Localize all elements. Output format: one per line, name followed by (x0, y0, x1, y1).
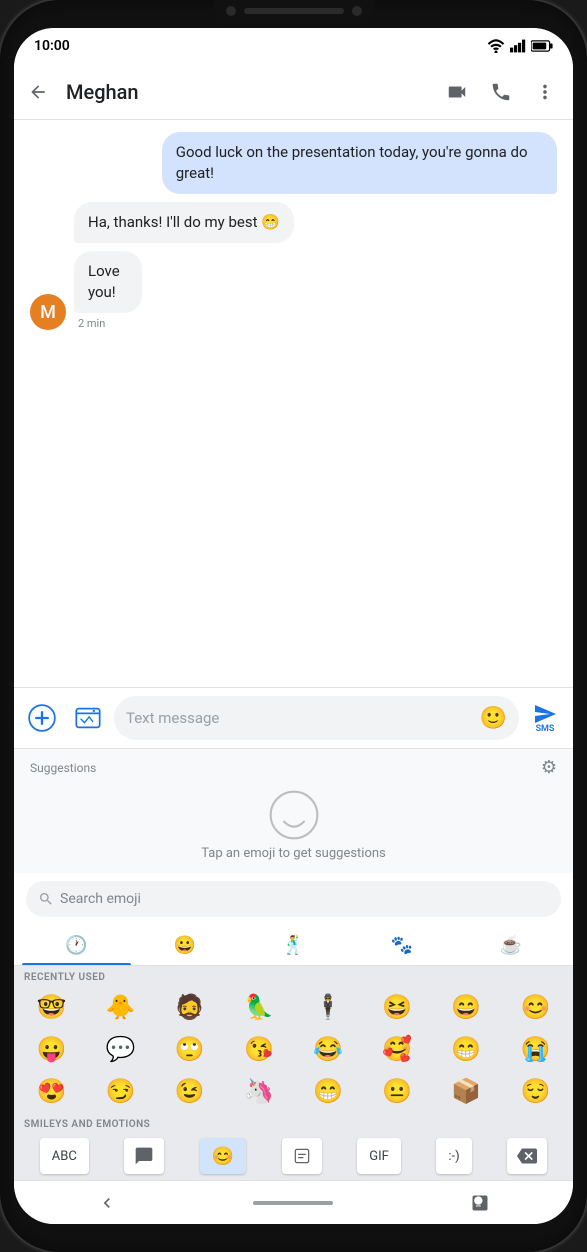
status-bar: 10:00 (14, 28, 573, 64)
battery-icon (531, 40, 553, 52)
emoji-relax[interactable]: 😌 (502, 1071, 569, 1111)
abc-button[interactable]: ABC (40, 1138, 89, 1174)
emoji-nerd[interactable]: 🤓 (18, 987, 85, 1027)
speaker-bar (244, 8, 344, 14)
emoji-heart-eyes[interactable]: 😍 (18, 1071, 85, 1111)
emoji-bubble[interactable]: 💬 (87, 1029, 154, 1069)
bitmoji-button[interactable] (282, 1138, 322, 1174)
status-time: 10:00 (34, 38, 70, 54)
video-call-button[interactable] (437, 72, 477, 112)
nav-home-button[interactable] (200, 1181, 386, 1224)
add-button[interactable] (22, 698, 62, 738)
suggestions-label: Suggestions (30, 761, 96, 775)
emoji-xd[interactable]: 😆 (364, 987, 431, 1027)
emoji-kb-button[interactable]: 😊 (200, 1138, 246, 1174)
camera-area (226, 6, 362, 16)
section-recently-used: RECENTLY USED (14, 966, 573, 985)
emoji-blush[interactable]: 😊 (502, 987, 569, 1027)
emoji-cry[interactable]: 😭 (502, 1029, 569, 1069)
emoji-search-bar: Search emoji (14, 873, 573, 925)
emoji-input-button[interactable]: 🙂 (480, 706, 507, 731)
suggestions-hint: Tap an emoji to get suggestions (201, 846, 386, 861)
send-button[interactable]: SMS (525, 702, 565, 734)
status-icons (487, 39, 553, 53)
attachment-button[interactable] (68, 698, 108, 738)
emoji-wink2[interactable]: 😉 (156, 1071, 223, 1111)
text-input[interactable]: Text message 🙂 (114, 696, 519, 740)
input-area: Text message 🙂 SMS (14, 687, 573, 748)
category-tab-food[interactable]: ☕ (456, 925, 565, 965)
emoji-chick[interactable]: 🐥 (87, 987, 154, 1027)
contact-name: Meghan (66, 80, 437, 104)
emoji-tongue-wink[interactable]: 😛 (18, 1029, 85, 1069)
message-received-no-avatar: Ha, thanks! I'll do my best 😁 (30, 202, 557, 243)
backspace-button[interactable] (507, 1138, 547, 1174)
suggestions-area: Suggestions ⚙ Tap an emoji to get sugges… (14, 748, 573, 873)
received-message-2: Love you! (74, 251, 142, 313)
emoji-parrot[interactable]: 🦜 (225, 987, 292, 1027)
header-actions (437, 72, 565, 112)
emoji-keyboard: Search emoji 🕐 😀 🕺 🐾 ☕ RECENTLY USED 🤓 🐥… (14, 873, 573, 1180)
camera-dot (226, 6, 236, 16)
back-button[interactable] (18, 72, 58, 112)
screen: 10:00 (14, 28, 573, 1224)
emoji-grin[interactable]: 😄 (433, 987, 500, 1027)
smiley-face-icon (269, 790, 319, 840)
category-tab-smileys[interactable]: 😀 (131, 925, 240, 965)
signal-icon (510, 39, 526, 53)
nav-recents-button[interactable] (387, 1181, 573, 1224)
emoji-search-placeholder: Search emoji (60, 891, 141, 907)
gif-button[interactable]: GIF (357, 1138, 401, 1174)
emoji-neutral[interactable]: 😐 (364, 1071, 431, 1111)
received-message-1: Ha, thanks! I'll do my best 😁 (74, 202, 294, 243)
message-sent: Good luck on the presentation today, you… (162, 132, 557, 194)
nav-back-button[interactable] (14, 1181, 200, 1224)
emoji-lol[interactable]: 😂 (295, 1029, 362, 1069)
emoji-beard[interactable]: 🧔 (156, 987, 223, 1027)
category-tab-animals[interactable]: 🐾 (348, 925, 457, 965)
send-label: SMS (536, 724, 555, 734)
suggestions-settings-icon[interactable]: ⚙ (541, 757, 557, 778)
suggestions-header: Suggestions ⚙ (14, 749, 573, 778)
section-smileys-emotions: SMILEYS AND EMOTIONS (14, 1113, 573, 1132)
emoji-smirk[interactable]: 😏 (87, 1071, 154, 1111)
emoji-search-input[interactable]: Search emoji (26, 881, 561, 917)
category-tab-people[interactable]: 🕺 (239, 925, 348, 965)
contact-avatar: M (30, 294, 66, 330)
emoji-box[interactable]: 📦 (433, 1071, 500, 1111)
emoji-suited[interactable]: 🕴 (295, 987, 362, 1027)
category-tabs: 🕐 😀 🕺 🐾 ☕ (14, 925, 573, 966)
nav-bar (14, 1180, 573, 1224)
camera-dot2 (352, 6, 362, 16)
sticker-button[interactable] (124, 1138, 164, 1174)
keyboard-bottom-bar: ABC 😊 GIF (14, 1132, 573, 1180)
phone-call-button[interactable] (481, 72, 521, 112)
symbols-button[interactable]: :-) (436, 1138, 471, 1174)
emoji-grid-recent: 🤓 🐥 🧔 🦜 🕴 😆 😄 😊 😛 💬 🙄 😘 😂 🥰 😁 😭 😍 😏 (14, 985, 573, 1113)
message-time: 2 min (78, 317, 165, 330)
search-icon (38, 891, 54, 907)
phone-frame: 10:00 (0, 0, 587, 1252)
emoji-big-grin[interactable]: 😁 (295, 1071, 362, 1111)
chat-area: Good luck on the presentation today, you… (14, 120, 573, 687)
text-input-placeholder: Text message (126, 709, 474, 727)
emoji-kiss-wink[interactable]: 😘 (225, 1029, 292, 1069)
more-options-button[interactable] (525, 72, 565, 112)
emoji-eye-roll[interactable]: 🙄 (156, 1029, 223, 1069)
category-tab-recent[interactable]: 🕐 (22, 925, 131, 965)
emoji-laugh[interactable]: 😁 (433, 1029, 500, 1069)
message-received-with-avatar: M Love you! 2 min (30, 251, 557, 330)
wifi-icon (487, 39, 505, 53)
emoji-heart-face[interactable]: 🥰 (364, 1029, 431, 1069)
emoji-unicorn[interactable]: 🦄 (225, 1071, 292, 1111)
received-message-col: Love you! 2 min (74, 251, 165, 330)
app-header: Meghan (14, 64, 573, 120)
suggestions-content: Tap an emoji to get suggestions (14, 778, 573, 873)
